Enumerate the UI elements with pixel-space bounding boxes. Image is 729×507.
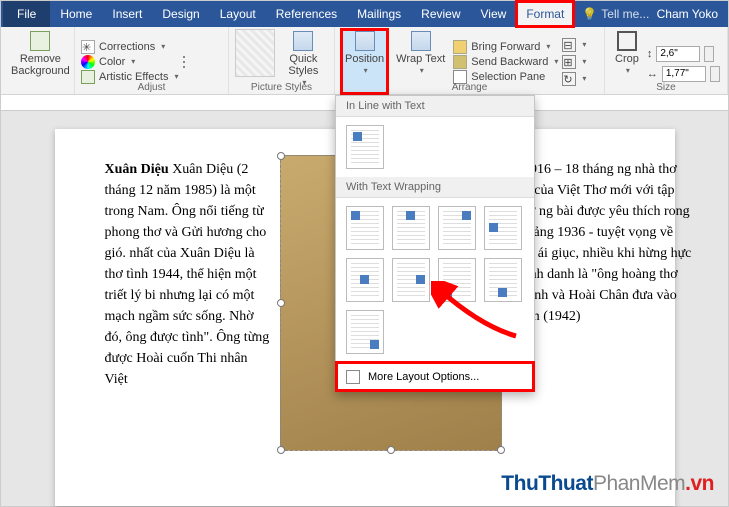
position-mid-right[interactable] <box>392 258 430 302</box>
tab-references[interactable]: References <box>266 1 347 27</box>
width-icon: ↔ <box>647 68 658 80</box>
position-mid-center[interactable] <box>346 258 384 302</box>
position-top-left[interactable] <box>346 206 384 250</box>
ribbon: Remove Background ✳Corrections▾ Color▾ A… <box>1 27 728 95</box>
tab-file[interactable]: File <box>3 1 50 27</box>
compress-icon[interactable] <box>183 56 185 58</box>
position-icon <box>355 31 375 51</box>
position-bot-center[interactable] <box>484 258 522 302</box>
position-top-center[interactable] <box>392 206 430 250</box>
ribbon-tabs: File Home Insert Design Layout Reference… <box>1 1 728 27</box>
dropdown-header-wrapping: With Text Wrapping <box>336 177 534 198</box>
bulb-icon: 💡 <box>582 7 597 21</box>
tab-design[interactable]: Design <box>152 1 209 27</box>
user-name[interactable]: Cham Yoko <box>657 7 728 21</box>
group-button[interactable]: ⊞▾ <box>562 55 586 69</box>
color-icon <box>81 55 95 69</box>
group-picture-styles-label: Picture Styles <box>229 82 334 93</box>
reset-picture-icon[interactable] <box>183 66 185 68</box>
group-size-label: Size <box>605 82 727 93</box>
crop-icon <box>617 31 637 51</box>
position-bot-left[interactable] <box>438 258 476 302</box>
tab-insert[interactable]: Insert <box>102 1 152 27</box>
height-spinner[interactable] <box>704 46 714 62</box>
resize-handle-w[interactable] <box>277 299 285 307</box>
position-bot-right[interactable] <box>346 310 384 354</box>
tab-home[interactable]: Home <box>50 1 102 27</box>
position-inline-option[interactable] <box>346 125 384 169</box>
quick-styles-icon <box>293 31 313 51</box>
bring-forward-button[interactable]: Bring Forward▾ <box>453 40 558 54</box>
tab-mailings[interactable]: Mailings <box>347 1 411 27</box>
wrap-text-icon <box>411 31 431 51</box>
tell-me[interactable]: 💡Tell me... <box>582 7 649 21</box>
width-input[interactable] <box>662 66 706 82</box>
position-mid-left[interactable] <box>484 206 522 250</box>
text-right: n 1916 – 18 tháng ng nhà thơ lớn của Việ… <box>513 159 693 327</box>
resize-handle-sw[interactable] <box>277 446 285 454</box>
send-backward-icon <box>453 55 467 69</box>
more-layout-options[interactable]: More Layout Options... <box>336 362 534 391</box>
tab-review[interactable]: Review <box>411 1 470 27</box>
height-input[interactable] <box>656 46 700 62</box>
align-icon: ⊟ <box>562 38 576 52</box>
tab-format[interactable]: Format <box>516 1 574 27</box>
dropdown-header-inline: In Line with Text <box>336 96 534 117</box>
group-icon: ⊞ <box>562 55 576 69</box>
tab-layout[interactable]: Layout <box>210 1 266 27</box>
resize-handle-s[interactable] <box>387 446 395 454</box>
group-adjust-label: Adjust <box>75 82 228 93</box>
corrections-button[interactable]: ✳Corrections▾ <box>81 40 179 54</box>
position-top-right[interactable] <box>438 206 476 250</box>
color-button[interactable]: Color▾ <box>81 55 179 69</box>
height-icon: ↕ <box>647 48 653 60</box>
text-left: Xuân Diệu Xuân Diệu (2 tháng 12 năm 1985… <box>105 159 270 390</box>
bring-forward-icon <box>453 40 467 54</box>
tab-view[interactable]: View <box>471 1 517 27</box>
picture-styles-gallery[interactable] <box>235 29 275 77</box>
remove-background-button[interactable]: Remove Background <box>7 29 74 94</box>
change-picture-icon[interactable] <box>183 61 185 63</box>
resize-handle-nw[interactable] <box>277 152 285 160</box>
align-button[interactable]: ⊟▾ <box>562 38 586 52</box>
resize-handle-se[interactable] <box>497 446 505 454</box>
width-spinner[interactable] <box>710 66 720 82</box>
corrections-icon: ✳ <box>81 40 95 54</box>
position-dropdown: In Line with Text With Text Wrapping Mor… <box>335 95 535 392</box>
watermark: ThuThuatPhanMem.vn <box>501 472 714 496</box>
group-arrange-label: Arrange <box>335 82 604 93</box>
send-backward-button[interactable]: Send Backward▾ <box>453 55 558 69</box>
remove-bg-icon <box>30 31 50 51</box>
layout-options-icon <box>346 370 360 384</box>
